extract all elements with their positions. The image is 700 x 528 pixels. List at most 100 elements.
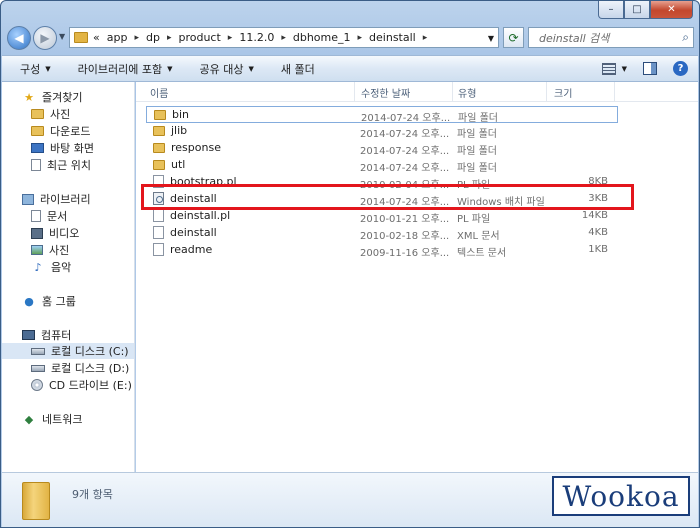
sidebar-item-label: 로컬 디스크 (C:): [51, 345, 129, 358]
new-folder-button[interactable]: 새 폴더: [281, 61, 315, 77]
file-name: response: [171, 141, 221, 154]
file-date: 2014-07-24 오후...: [360, 163, 450, 174]
file-name: jlib: [171, 124, 188, 137]
recent-places-icon: [31, 159, 41, 171]
add-to-library-menu[interactable]: 라이브러리에 포함 ▼: [78, 61, 173, 77]
documents-icon: [31, 210, 41, 222]
sidebar-item-desktop[interactable]: 바탕 화면: [31, 140, 94, 156]
watermark-logo: Wookoa: [552, 476, 690, 516]
search-icon[interactable]: ⌕: [682, 30, 689, 45]
column-divider[interactable]: [452, 82, 453, 101]
chevron-down-icon: ▼: [621, 64, 627, 73]
breadcrumb-product[interactable]: product: [178, 31, 220, 44]
sidebar-item-drive-d[interactable]: 로컬 디스크 (D:): [31, 360, 129, 376]
sidebar-homegroup[interactable]: ● 홈 그룹: [22, 293, 76, 309]
file-row-jlib[interactable]: jlib 2014-07-24 오후... 파일 폴더: [146, 123, 618, 140]
file-date: 2009-11-16 오후...: [360, 248, 450, 259]
breadcrumb-overflow[interactable]: «: [93, 31, 100, 44]
refresh-button[interactable]: ⟳: [503, 27, 524, 48]
breadcrumb-separator[interactable]: ▸: [134, 33, 139, 43]
computer-icon: [22, 330, 35, 340]
breadcrumb-separator[interactable]: ▸: [281, 33, 286, 43]
breadcrumb-separator[interactable]: ▸: [228, 33, 233, 43]
preview-pane-icon[interactable]: [643, 62, 657, 75]
address-dropdown-icon[interactable]: ▼: [488, 34, 494, 43]
sidebar-item-label: 로컬 디스크 (D:): [51, 362, 130, 375]
file-row-utl[interactable]: utl 2014-07-24 오후... 파일 폴더: [146, 157, 618, 174]
share-with-menu[interactable]: 공유 대상 ▼: [200, 61, 254, 77]
close-button[interactable]: ✕: [650, 1, 693, 19]
cd-drive-icon: [31, 379, 43, 391]
star-icon: ★: [24, 90, 34, 104]
sidebar-item-documents[interactable]: 문서: [31, 208, 67, 224]
view-options-icon: [601, 62, 616, 75]
sidebar-item-label: 사진: [49, 244, 70, 257]
sidebar-favorites[interactable]: ★ 즐겨찾기: [22, 89, 82, 105]
sidebar-network[interactable]: ◆ 네트워크: [22, 411, 83, 427]
file-name: utl: [171, 158, 186, 171]
folder-icon: [31, 109, 44, 119]
sidebar-item-pictures[interactable]: 사진: [31, 242, 69, 258]
minimize-button[interactable]: –: [598, 1, 624, 19]
video-icon: [31, 227, 43, 239]
file-type: 파일 폴더: [457, 163, 497, 174]
sidebar-libraries[interactable]: 라이브러리: [22, 191, 91, 207]
back-button[interactable]: ◀: [7, 26, 31, 50]
file-date: 2014-07-24 오후...: [360, 129, 450, 140]
hard-disk-icon: [31, 364, 45, 372]
breadcrumb-version[interactable]: 11.2.0: [239, 31, 274, 44]
file-row-bin[interactable]: bin 2014-07-24 오후... 파일 폴더: [146, 106, 618, 124]
xml-file-icon: [153, 226, 164, 239]
breadcrumb-app[interactable]: app: [107, 31, 128, 44]
forward-button[interactable]: ▶: [33, 26, 57, 50]
sidebar-favorites-label: 즐겨찾기: [42, 91, 83, 104]
column-header-modified[interactable]: 수정한 날짜: [361, 85, 410, 100]
search-placeholder: deinstall 검색: [539, 31, 610, 45]
sidebar-item-downloads[interactable]: 다운로드: [31, 123, 90, 139]
address-bar[interactable]: « app ▸ dp ▸ product ▸ 11.2.0 ▸ dbhome_1…: [69, 27, 499, 48]
file-row-readme[interactable]: readme 2009-11-16 오후... 텍스트 문서 1KB: [146, 242, 618, 259]
file-date: 2010-01-21 오후...: [360, 214, 450, 225]
recent-pages-dropdown[interactable]: ▼: [59, 32, 65, 41]
change-view-button[interactable]: ▼: [601, 62, 627, 75]
folder-icon: [74, 32, 88, 43]
sidebar-item-recent-places[interactable]: 최근 위치: [31, 157, 91, 173]
file-row-deinstall-xml[interactable]: deinstall 2010-02-18 오후... XML 문서 4KB: [146, 225, 618, 242]
breadcrumb-dp[interactable]: dp: [146, 31, 160, 44]
file-size: 1KB: [588, 244, 608, 255]
breadcrumb-separator[interactable]: ▸: [423, 33, 428, 43]
file-type: 텍스트 문서: [457, 248, 507, 259]
file-date: 2010-02-18 오후...: [360, 231, 450, 242]
column-header-type[interactable]: 유형: [458, 85, 476, 100]
sidebar-item-videos[interactable]: 비디오: [31, 225, 79, 241]
sidebar-network-label: 네트워크: [42, 413, 83, 426]
column-divider[interactable]: [354, 82, 355, 101]
file-row-deinstall-pl[interactable]: deinstall.pl 2010-01-21 오후... PL 파일 14KB: [146, 208, 618, 225]
column-divider[interactable]: [546, 82, 547, 101]
music-icon: ♪: [34, 260, 42, 274]
view-controls: ▼ ?: [601, 61, 688, 76]
column-divider[interactable]: [614, 82, 615, 101]
file-row-response[interactable]: response 2014-07-24 오후... 파일 폴더: [146, 140, 618, 157]
search-input[interactable]: deinstall 검색 ⌕: [528, 27, 694, 48]
downloads-folder-icon: [31, 126, 44, 136]
folder-icon: [22, 482, 50, 520]
maximize-button[interactable]: □: [624, 1, 650, 19]
breadcrumb-separator[interactable]: ▸: [167, 33, 172, 43]
sidebar-item-pictures-fav[interactable]: 사진: [31, 106, 70, 122]
text-file-icon: [153, 243, 164, 256]
folder-icon: [153, 125, 165, 136]
column-header-size[interactable]: 크기: [554, 85, 572, 100]
breadcrumb-deinstall[interactable]: deinstall: [369, 31, 416, 44]
highlight-box: [141, 184, 634, 210]
column-header-name[interactable]: 이름: [150, 85, 168, 100]
breadcrumb-dbhome[interactable]: dbhome_1: [293, 31, 351, 44]
help-icon[interactable]: ?: [673, 61, 688, 76]
sidebar-item-drive-e[interactable]: CD 드라이브 (E:): [31, 377, 132, 393]
sidebar-item-label: 비디오: [49, 227, 80, 240]
sidebar-item-music[interactable]: ♪ 음악: [31, 259, 71, 275]
sidebar-computer[interactable]: 컴퓨터: [22, 327, 71, 343]
breadcrumb-separator[interactable]: ▸: [358, 33, 363, 43]
sidebar-item-drive-c[interactable]: 로컬 디스크 (C:): [2, 343, 134, 359]
organize-menu[interactable]: 구성 ▼: [20, 61, 51, 77]
